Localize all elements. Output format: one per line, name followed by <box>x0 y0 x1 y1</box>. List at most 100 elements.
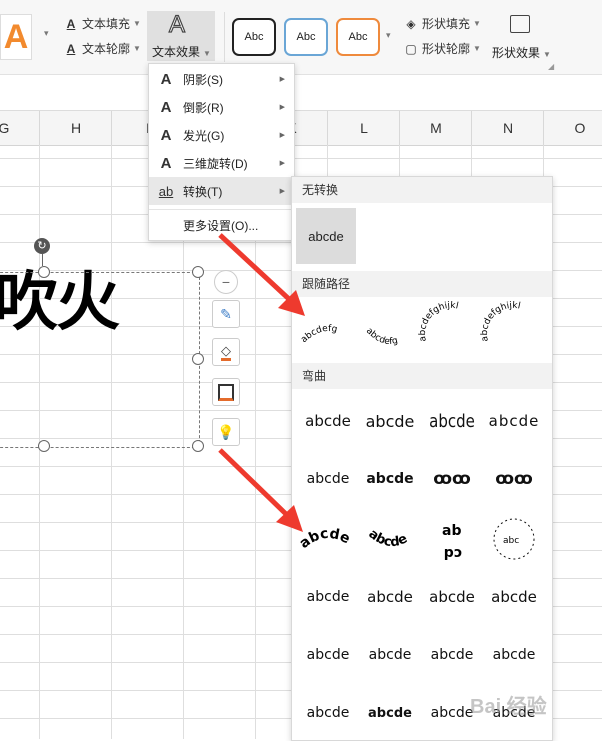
wordart-preview[interactable]: A <box>0 14 32 60</box>
warp-arch-down-option[interactable]: abcde <box>360 511 420 569</box>
glow-icon: A <box>160 126 172 144</box>
no-transform-option[interactable]: abcde <box>296 208 356 264</box>
text-fill-icon: A <box>66 16 76 31</box>
dialog-launcher-icon[interactable]: ◢ <box>548 62 554 71</box>
warp-triangle-option[interactable]: abcde <box>422 397 482 445</box>
outline-tool-button[interactable] <box>212 378 240 406</box>
wordart-gallery-more-icon[interactable]: ▾ <box>44 28 49 39</box>
shadow-icon: A <box>160 70 172 88</box>
warp-fade-down-option[interactable]: abcde <box>484 631 544 679</box>
follow-path-button-option[interactable]: abcdefghijkl <box>480 301 544 359</box>
rotate-handle[interactable]: ↻ <box>34 238 50 254</box>
smart-tool-button[interactable]: 💡 <box>212 418 240 446</box>
warp-ring-outside-option[interactable]: abcde <box>360 455 420 503</box>
shape-effect-button[interactable]: 形状效果 ▼ <box>490 12 552 62</box>
warp-inflate-option[interactable]: ꝏꝏ <box>422 455 482 503</box>
warp-arch-up-option[interactable]: abcde <box>296 511 358 569</box>
style-gallery-more-icon[interactable]: ▾ <box>386 30 391 41</box>
style-sample-label: Abc <box>244 31 264 43</box>
follow-path-circle-option[interactable]: abcdefghijkl <box>418 301 482 359</box>
chevron-down-icon: ▼ <box>133 19 141 28</box>
fill-tool-button[interactable]: ◇ <box>212 338 240 366</box>
option-sample-text: abcde <box>368 647 412 663</box>
resize-handle[interactable] <box>192 440 204 452</box>
shape-style-blue[interactable]: Abc <box>284 18 328 56</box>
warp-fade-right-option[interactable]: abcde <box>298 631 358 679</box>
collapse-tools-button[interactable]: − <box>214 270 238 294</box>
resize-handle[interactable] <box>192 266 204 278</box>
option-sample-text: abcde <box>430 647 474 663</box>
warp-slant-down-option[interactable]: abcde <box>360 689 420 737</box>
menu-item-3d-rotation[interactable]: A 三维旋转(D) ▶ <box>149 149 294 177</box>
3d-rotation-icon: A <box>160 154 172 172</box>
chevron-down-icon: ▼ <box>473 19 481 28</box>
section-warp: 弯曲 <box>292 363 552 389</box>
warp-ring-inside-option[interactable]: abcde <box>298 455 358 503</box>
column-header-o[interactable]: O <box>543 111 602 145</box>
shape-fill-button[interactable]: ◈ 形状填充 ▼ <box>404 15 481 32</box>
warp-arch-options: abcde abcde ab cd abc <box>296 511 544 569</box>
menu-item-more-settings[interactable]: 更多设置(O)... <box>149 211 294 239</box>
text-outline-button[interactable]: A 文本轮廓 ▼ <box>64 40 141 57</box>
warp-fade-up-option[interactable]: abcde <box>422 631 482 679</box>
warp-can-down-option[interactable]: abcde <box>484 573 544 621</box>
menu-item-reflection[interactable]: A 倒影(R) ▶ <box>149 93 294 121</box>
warp-circle-option[interactable]: abc <box>484 511 544 569</box>
lightbulb-icon: 💡 <box>217 423 235 440</box>
reflection-icon: A <box>160 98 172 116</box>
option-sample-text: abcde <box>430 705 474 721</box>
warp-stop-option[interactable]: abcde <box>360 397 420 445</box>
rotate-icon: ↻ <box>37 240 47 252</box>
text-outline-label: 文本轮廓 <box>82 42 131 56</box>
menu-item-transform[interactable]: ab 转换(T) ▶ <box>149 177 294 205</box>
option-sample-text: abcde <box>305 412 351 430</box>
warp-slant-up-option[interactable]: abcde <box>298 689 358 737</box>
watermark: Bai 经验 <box>470 696 547 718</box>
transform-submenu: 无转换 abcde 跟随路径 abcdefg abcdefg abcdefghi… <box>291 176 553 741</box>
option-sample-text: cd <box>444 545 462 561</box>
warp-fade-left-option[interactable]: abcde <box>360 631 420 679</box>
text-effect-icon: A <box>168 10 186 38</box>
follow-path-arch-up-option[interactable]: abcdefg <box>296 303 358 359</box>
style-sample-label: Abc <box>348 31 368 43</box>
shape-outline-label: 形状轮廓 <box>422 42 471 56</box>
menu-item-label: 发光(G) <box>183 128 225 143</box>
text-fill-button[interactable]: A 文本填充 ▼ <box>64 15 141 32</box>
shape-style-black[interactable]: Abc <box>232 18 276 56</box>
section-no-transform: 无转换 <box>292 177 552 203</box>
option-sample-text: abcde <box>365 411 415 431</box>
shape-style-tool-button[interactable]: ✎ <box>212 300 240 328</box>
option-sample-text: abcde <box>429 588 475 606</box>
column-header-h[interactable]: H <box>39 111 112 145</box>
shape-outline-button[interactable]: ▢ 形状轮廓 ▼ <box>404 40 481 57</box>
submenu-arrow-icon: ▶ <box>279 132 285 139</box>
warp-deflate-option[interactable]: ꝏꝏ <box>484 455 544 503</box>
follow-path-arch-down-option[interactable]: abcdefg <box>360 303 420 359</box>
submenu-arrow-icon: ▶ <box>279 188 285 195</box>
warp-chevron-option[interactable]: abcde <box>484 397 544 445</box>
resize-handle[interactable] <box>192 353 204 365</box>
shape-selection-frame[interactable] <box>0 272 200 448</box>
warp-plain-option[interactable]: abcde <box>298 397 358 445</box>
text-fill-label: 文本填充 <box>82 17 131 31</box>
menu-item-glow[interactable]: A 发光(G) ▶ <box>149 121 294 149</box>
column-header-m[interactable]: M <box>399 111 472 145</box>
column-header-g[interactable]: G <box>0 111 22 145</box>
column-header-l[interactable]: L <box>327 111 400 145</box>
warp-wave2-option[interactable]: abcde <box>360 573 420 621</box>
shape-style-orange[interactable]: Abc <box>336 18 380 56</box>
resize-handle[interactable] <box>38 440 50 452</box>
warp-button-option[interactable]: ab cd <box>422 511 482 569</box>
warp-can-up-option[interactable]: abcde <box>422 573 482 621</box>
menu-item-label: 三维旋转(D) <box>183 156 248 171</box>
column-header-n[interactable]: N <box>471 111 544 145</box>
text-effect-button[interactable]: A 文本效果 ▼ <box>147 10 215 61</box>
menu-item-shadow[interactable]: A 阴影(S) ▶ <box>149 65 294 93</box>
menu-item-label: 转换(T) <box>183 184 223 199</box>
warp-wave1-option[interactable]: abcde <box>298 573 358 621</box>
column-header-bar: G H I J K L M N O <box>0 110 602 146</box>
shape-effect-icon <box>510 15 530 33</box>
option-sample-text: abcde <box>367 588 413 606</box>
resize-handle[interactable] <box>38 266 50 278</box>
wordart-a-icon: A <box>3 17 29 56</box>
